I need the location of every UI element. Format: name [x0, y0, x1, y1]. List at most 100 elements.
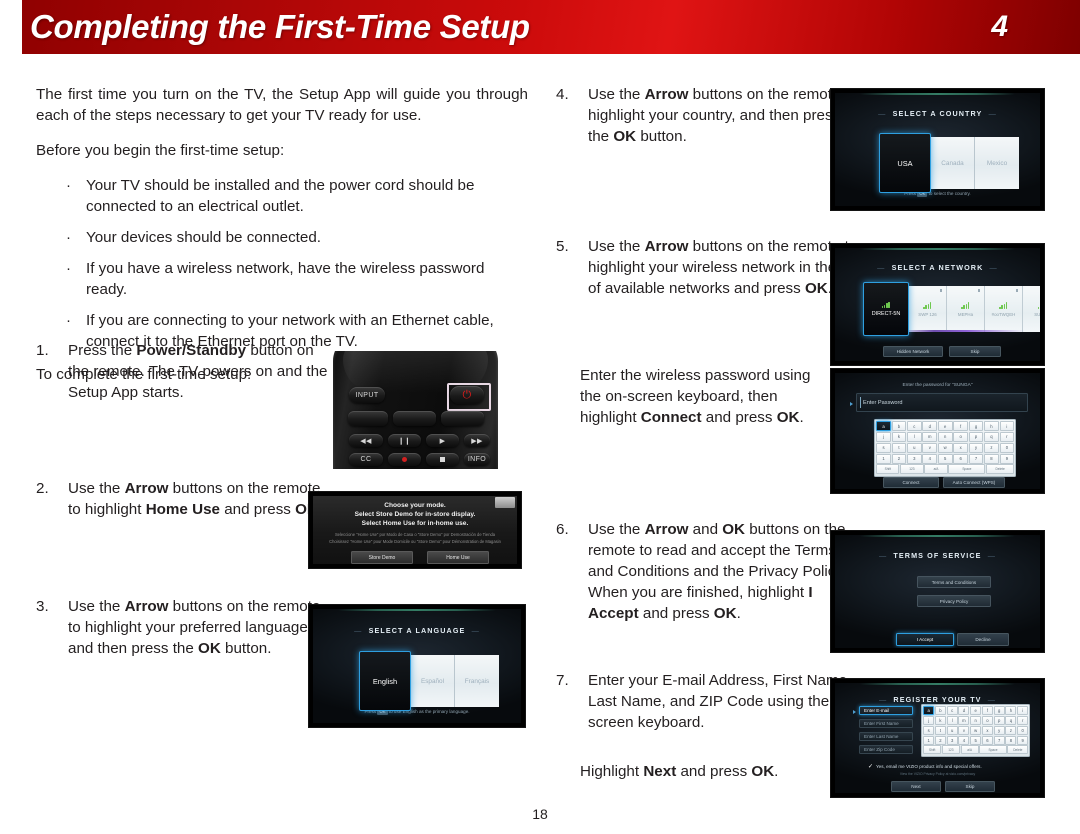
network-option-4[interactable]: SUNGA — [1023, 286, 1040, 332]
remote-rewind-button[interactable]: ◀◀ — [349, 434, 383, 447]
key-q[interactable]: q — [984, 431, 999, 442]
hidden-network-button[interactable]: Hidden Network — [883, 346, 943, 357]
key-z[interactable]: z — [1005, 725, 1017, 735]
key-delete[interactable]: Delete — [1007, 745, 1029, 755]
register-next-button[interactable]: Next — [891, 781, 941, 792]
key-a[interactable]: a — [923, 706, 935, 716]
first-name-field[interactable]: Enter First Name — [859, 719, 913, 728]
key-x[interactable]: x — [981, 725, 993, 735]
key-g[interactable]: g — [993, 706, 1005, 716]
key-s[interactable]: s — [876, 442, 891, 453]
key-f[interactable]: f — [953, 421, 968, 432]
connect-button[interactable]: Connect — [883, 477, 939, 488]
key-e[interactable]: e — [937, 421, 953, 432]
key-shift[interactable]: Shift — [876, 464, 900, 475]
remote-forward-button[interactable]: ▶▶ — [464, 434, 490, 447]
country-option-mexico[interactable]: Mexico — [975, 137, 1019, 189]
key-c[interactable]: c — [907, 421, 922, 432]
key-h[interactable]: h — [984, 421, 999, 432]
key-u[interactable]: u — [907, 442, 922, 453]
key-0[interactable]: 0 — [999, 442, 1015, 453]
key-numeric[interactable]: 123 — [941, 745, 960, 755]
key-9[interactable]: 9 — [1017, 735, 1029, 745]
network-option-0[interactable]: DIRECT-5N — [863, 282, 909, 336]
key-e[interactable]: e — [970, 706, 982, 716]
key-3[interactable]: 3 — [907, 453, 922, 464]
key-y[interactable]: y — [968, 442, 984, 453]
language-option-francais[interactable]: Français — [455, 655, 499, 707]
key-6[interactable]: 6 — [953, 453, 968, 464]
key-w[interactable]: w — [937, 442, 953, 453]
key-f[interactable]: f — [981, 706, 993, 716]
key-1[interactable]: 1 — [923, 735, 935, 745]
key-space[interactable]: Space — [979, 745, 1007, 755]
key-g[interactable]: g — [968, 421, 984, 432]
key-r[interactable]: r — [999, 431, 1015, 442]
key-7[interactable]: 7 — [968, 453, 984, 464]
key-delete[interactable]: Delete — [986, 464, 1015, 475]
terms-and-conditions-button[interactable]: Terms and Conditions — [917, 576, 991, 588]
key-m[interactable]: m — [958, 715, 970, 725]
remote-blank-key-2[interactable] — [393, 411, 436, 426]
privacy-policy-button[interactable]: Privacy Policy — [917, 595, 991, 607]
key-l[interactable]: l — [907, 431, 922, 442]
key-o[interactable]: o — [953, 431, 968, 442]
network-option-1[interactable]: SWP 126 — [909, 286, 947, 332]
key-t[interactable]: t — [891, 442, 907, 453]
key-k[interactable]: k — [891, 431, 907, 442]
key-y[interactable]: y — [993, 725, 1005, 735]
key-l[interactable]: l — [946, 715, 958, 725]
key-u[interactable]: u — [946, 725, 958, 735]
key-c[interactable]: c — [946, 706, 958, 716]
network-option-3[interactable]: #ooTWQEH — [985, 286, 1023, 332]
key-i[interactable]: i — [1017, 706, 1029, 716]
email-field[interactable]: Enter E-mail — [859, 706, 913, 715]
language-option-espanol[interactable]: Español — [411, 655, 455, 707]
key-8[interactable]: 8 — [984, 453, 999, 464]
remote-record-button[interactable] — [388, 453, 421, 466]
key-j[interactable]: j — [923, 715, 935, 725]
key-q[interactable]: q — [1005, 715, 1017, 725]
country-option-usa[interactable]: USA — [879, 133, 931, 193]
key-3[interactable]: 3 — [946, 735, 958, 745]
marketing-optin-checkbox[interactable]: ✓ Yes, email me VIZIO product info and sp… — [868, 763, 982, 770]
key-9[interactable]: 9 — [999, 453, 1015, 464]
key-o[interactable]: o — [981, 715, 993, 725]
key-z[interactable]: z — [984, 442, 999, 453]
network-option-2[interactable]: MEPHa — [947, 286, 985, 332]
key-a[interactable]: a — [876, 421, 891, 432]
key-b[interactable]: b — [934, 706, 946, 716]
store-demo-button[interactable]: Store Demo — [351, 551, 413, 564]
key-2[interactable]: 2 — [891, 453, 907, 464]
remote-blank-key-1[interactable] — [348, 411, 388, 426]
key-s[interactable]: s — [923, 725, 935, 735]
auto-connect-wps-button[interactable]: Auto Connect (WPS) — [943, 477, 1005, 488]
remote-input-button[interactable]: INPUT — [349, 387, 385, 403]
key-2[interactable]: 2 — [934, 735, 946, 745]
key-numeric[interactable]: 123 — [900, 464, 924, 475]
network-skip-button[interactable]: Skip — [949, 346, 1001, 357]
key-r[interactable]: r — [1017, 715, 1029, 725]
password-input[interactable]: Enter Password — [856, 393, 1028, 412]
remote-play-button[interactable]: ▶ — [426, 434, 459, 447]
key-5[interactable]: 5 — [937, 453, 953, 464]
zip-code-field[interactable]: Enter Zip Code — [859, 745, 913, 754]
key-b[interactable]: b — [891, 421, 907, 432]
language-option-english[interactable]: English — [359, 651, 411, 711]
key-j[interactable]: j — [876, 431, 891, 442]
key-4[interactable]: 4 — [958, 735, 970, 745]
remote-blank-key-3[interactable] — [441, 411, 484, 426]
key-d[interactable]: d — [958, 706, 970, 716]
remote-cc-button[interactable]: CC — [349, 453, 383, 466]
key-case-toggle[interactable]: a/A — [960, 745, 979, 755]
key-6[interactable]: 6 — [981, 735, 993, 745]
key-v[interactable]: v — [958, 725, 970, 735]
last-name-field[interactable]: Enter Last Name — [859, 732, 913, 741]
remote-stop-button[interactable] — [426, 453, 459, 466]
key-space[interactable]: Space — [948, 464, 986, 475]
home-use-button[interactable]: Home Use — [427, 551, 489, 564]
key-x[interactable]: x — [953, 442, 968, 453]
key-8[interactable]: 8 — [1005, 735, 1017, 745]
key-m[interactable]: m — [922, 431, 938, 442]
key-t[interactable]: t — [934, 725, 946, 735]
